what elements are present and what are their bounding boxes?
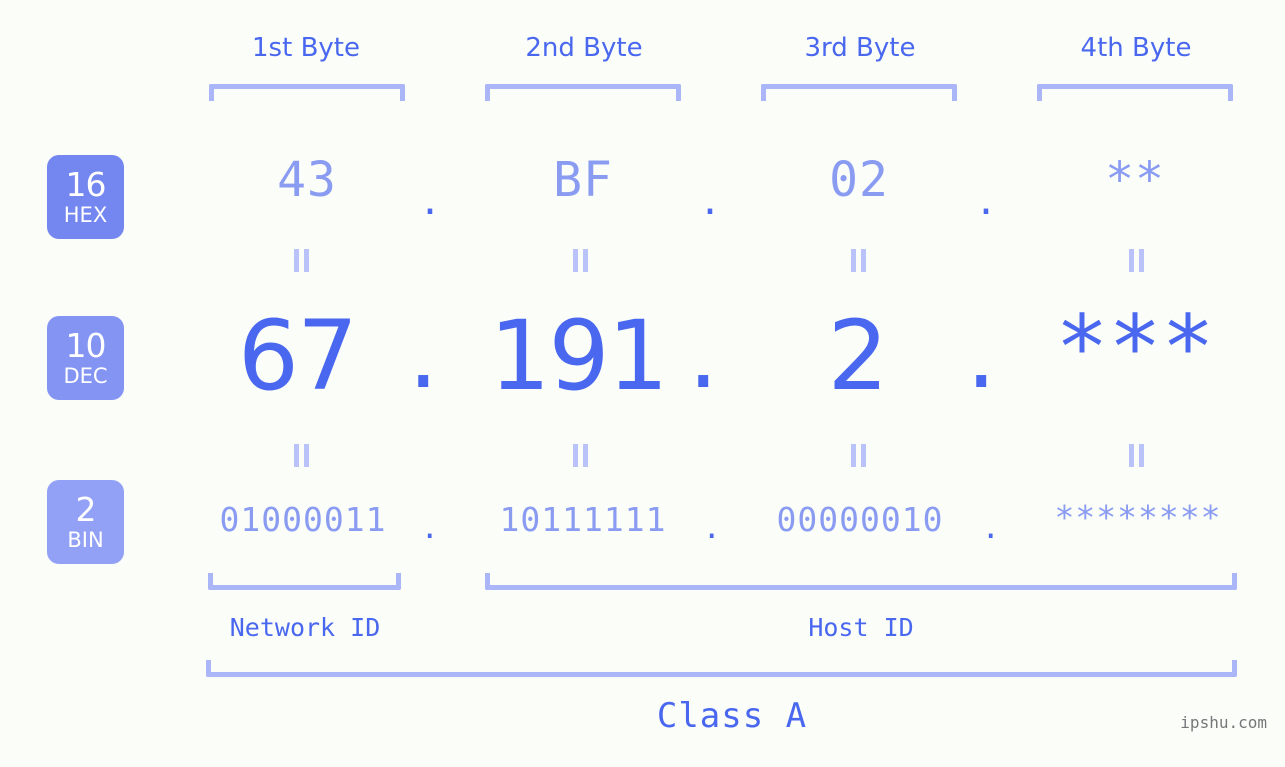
- class-bracket: [206, 660, 1237, 677]
- site-watermark: ipshu.com: [1180, 713, 1267, 732]
- equals-icon-hex-dec-2: [571, 249, 590, 272]
- class-label: Class A: [656, 696, 808, 736]
- bin-byte-3: 00000010: [776, 500, 944, 539]
- equals-icon-dec-bin-4: [1127, 444, 1146, 467]
- radix-badge-dec-name: DEC: [63, 364, 108, 388]
- byte-header-2: 2nd Byte: [525, 33, 643, 63]
- hex-byte-4: **: [1105, 152, 1165, 208]
- hex-byte-2: BF: [553, 152, 613, 208]
- dec-byte-1: 67: [237, 300, 358, 412]
- equals-icon-dec-bin-1: [292, 444, 311, 467]
- bin-byte-2: 10111111: [499, 500, 667, 539]
- ip-address-breakdown-diagram: 1st Byte 2nd Byte 3rd Byte 4th Byte 16 H…: [0, 0, 1285, 767]
- dec-separator-3: .: [966, 298, 997, 410]
- radix-badge-hex: 16 HEX: [47, 155, 124, 239]
- hex-separator-1: .: [423, 174, 437, 225]
- bin-byte-1: 01000011: [219, 500, 387, 539]
- bin-separator-2: .: [706, 506, 718, 547]
- hex-byte-1: 43: [277, 152, 337, 208]
- radix-badge-hex-number: 16: [65, 165, 107, 204]
- byte-header-3: 3rd Byte: [804, 33, 916, 63]
- equals-icon-dec-bin-2: [571, 444, 590, 467]
- hex-separator-3: .: [979, 174, 993, 225]
- radix-badge-hex-name: HEX: [63, 203, 108, 227]
- equals-icon-hex-dec-4: [1127, 249, 1146, 272]
- dec-byte-2: 191: [489, 300, 668, 412]
- equals-icon-hex-dec-3: [849, 249, 868, 272]
- host-id-bracket: [485, 573, 1237, 590]
- host-id-label: Host ID: [808, 613, 914, 642]
- dec-separator-2: .: [688, 298, 719, 410]
- byte-bracket-3: [761, 84, 957, 101]
- byte-bracket-4: [1037, 84, 1233, 101]
- dec-byte-4: ***: [1055, 296, 1215, 399]
- radix-badge-dec-number: 10: [65, 326, 107, 365]
- bin-separator-1: .: [424, 506, 436, 547]
- radix-badge-bin: 2 BIN: [47, 480, 124, 564]
- byte-header-1: 1st Byte: [252, 33, 360, 63]
- hex-byte-3: 02: [829, 152, 889, 208]
- equals-icon-hex-dec-1: [292, 249, 311, 272]
- equals-icon-dec-bin-3: [849, 444, 868, 467]
- network-id-bracket: [208, 573, 401, 590]
- bin-separator-3: .: [985, 506, 997, 547]
- radix-badge-bin-name: BIN: [67, 528, 104, 552]
- byte-bracket-2: [485, 84, 681, 101]
- byte-bracket-1: [209, 84, 405, 101]
- radix-badge-bin-number: 2: [75, 490, 97, 529]
- hex-separator-2: .: [703, 174, 717, 225]
- dec-byte-3: 2: [827, 300, 888, 412]
- byte-header-4: 4th Byte: [1080, 33, 1192, 63]
- bin-byte-4: ********: [1054, 498, 1222, 537]
- network-id-label: Network ID: [229, 613, 381, 642]
- radix-badge-dec: 10 DEC: [47, 316, 124, 400]
- dec-separator-1: .: [408, 298, 439, 410]
